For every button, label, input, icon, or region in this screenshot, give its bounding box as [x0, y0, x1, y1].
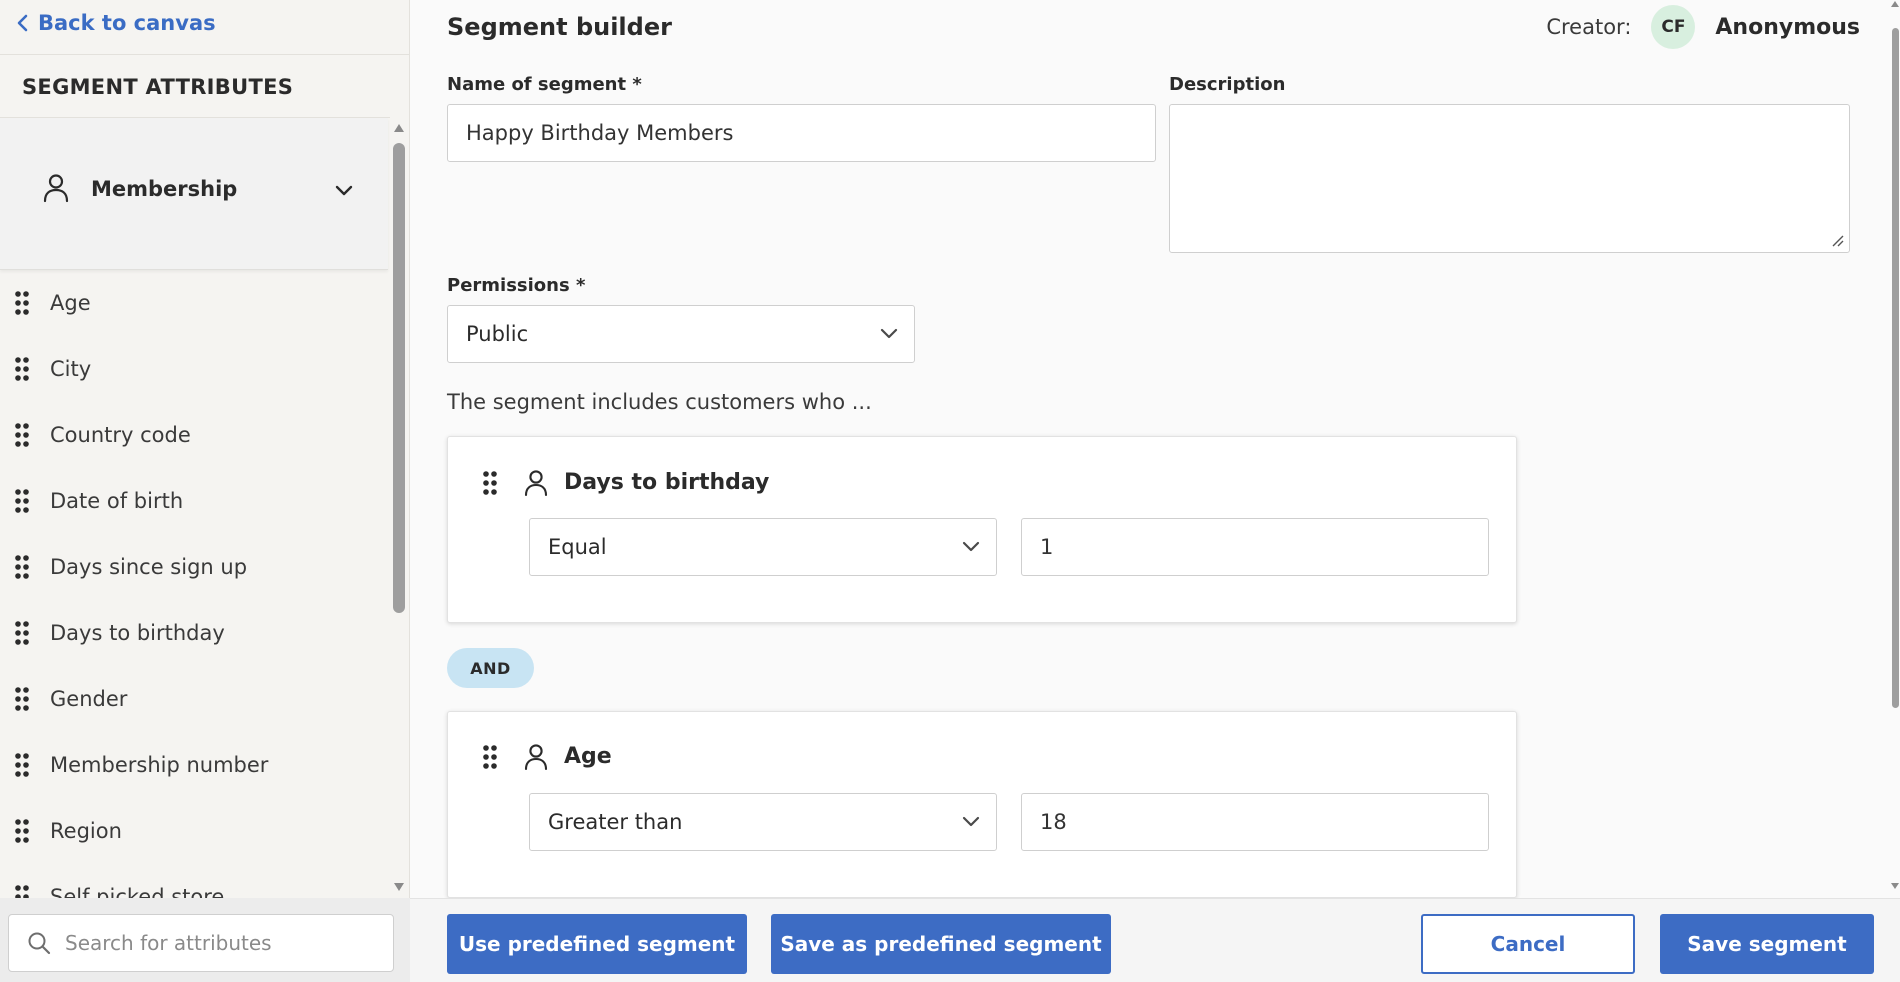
person-icon	[524, 470, 548, 497]
chevron-down-icon	[880, 328, 898, 339]
scroll-up-arrow-icon[interactable]	[393, 123, 405, 133]
drag-handle-icon[interactable]	[14, 686, 30, 712]
description-label: Description	[1169, 74, 1286, 95]
condition-attribute: Days to birthday	[564, 470, 770, 495]
and-connector-badge[interactable]: AND	[447, 648, 534, 688]
segment-name-label: Name of segment *	[447, 74, 642, 95]
attribute-label: City	[50, 357, 92, 381]
attribute-label: Days since sign up	[50, 555, 248, 579]
divider	[0, 54, 410, 55]
avatar: CF	[1651, 5, 1696, 49]
attribute-item-city[interactable]: City	[0, 336, 388, 402]
condition-card: Days to birthday Equal	[447, 436, 1517, 623]
attribute-item-gender[interactable]: Gender	[0, 666, 388, 732]
attribute-item-days-since-sign-up[interactable]: Days since sign up	[0, 534, 388, 600]
drag-handle-icon[interactable]	[14, 422, 30, 448]
drag-handle-icon[interactable]	[482, 470, 498, 496]
condition-card: Age Greater than	[447, 711, 1517, 898]
scroll-down-arrow-icon[interactable]	[393, 882, 405, 892]
drag-handle-icon[interactable]	[14, 620, 30, 646]
creator-name: Anonymous	[1715, 14, 1860, 40]
attribute-search-bar	[0, 898, 410, 982]
attribute-item-country-code[interactable]: Country code	[0, 402, 388, 468]
attributes-sidebar: Back to canvas SEGMENT ATTRIBUTES Member…	[0, 0, 410, 982]
attribute-label: Country code	[50, 423, 191, 447]
drag-handle-icon[interactable]	[14, 752, 30, 778]
operator-select[interactable]: Equal	[529, 518, 997, 576]
attribute-scroll-area: Membership Age City Country code Date of…	[0, 118, 410, 898]
permissions-label: Permissions *	[447, 275, 586, 296]
cancel-button[interactable]: Cancel	[1421, 914, 1635, 974]
scroll-down-arrow-icon[interactable]	[1890, 882, 1900, 890]
drag-handle-icon[interactable]	[14, 356, 30, 382]
action-footer: Use predefined segment Save as predefine…	[410, 898, 1900, 982]
segment-intro-text: The segment includes customers who ...	[447, 390, 872, 414]
group-header-membership[interactable]: Membership	[0, 118, 388, 270]
attribute-item-date-of-birth[interactable]: Date of birth	[0, 468, 388, 534]
segment-name-input[interactable]	[447, 104, 1156, 162]
search-box[interactable]	[8, 914, 394, 972]
attribute-list: Age City Country code Date of birth Days…	[0, 270, 388, 898]
segment-builder-main: Segment builder Creator: CF Anonymous Na…	[410, 0, 1900, 898]
attribute-label: Days to birthday	[50, 621, 225, 645]
sidebar-heading: SEGMENT ATTRIBUTES	[22, 75, 294, 99]
attribute-label: Self picked store	[50, 885, 225, 898]
attribute-item-self-picked-store[interactable]: Self picked store	[0, 864, 388, 898]
drag-handle-icon[interactable]	[14, 290, 30, 316]
creator-info: Creator: CF Anonymous	[1546, 5, 1860, 49]
chevron-down-icon[interactable]	[334, 184, 354, 198]
description-textarea[interactable]	[1169, 104, 1850, 253]
sidebar-scrollbar[interactable]	[388, 118, 410, 898]
scroll-up-arrow-icon[interactable]	[1890, 0, 1900, 8]
chevron-down-icon	[962, 816, 980, 827]
operator-select[interactable]: Greater than	[529, 793, 997, 851]
condition-value-input[interactable]	[1021, 518, 1489, 576]
permissions-value: Public	[466, 322, 529, 346]
save-segment-button[interactable]: Save segment	[1660, 914, 1874, 974]
attribute-label: Age	[50, 291, 91, 315]
search-input[interactable]	[65, 931, 365, 955]
attribute-label: Gender	[50, 687, 128, 711]
attribute-item-days-to-birthday[interactable]: Days to birthday	[0, 600, 388, 666]
drag-handle-icon[interactable]	[14, 554, 30, 580]
drag-handle-icon[interactable]	[14, 818, 30, 844]
operator-value: Equal	[548, 535, 607, 559]
group-label: Membership	[91, 177, 238, 201]
condition-value-input[interactable]	[1021, 793, 1489, 851]
save-as-predefined-segment-button[interactable]: Save as predefined segment	[771, 914, 1111, 974]
search-icon	[28, 932, 51, 955]
attribute-item-region[interactable]: Region	[0, 798, 388, 864]
scrollbar-thumb[interactable]	[393, 143, 405, 613]
person-icon	[43, 174, 69, 203]
back-to-canvas-link[interactable]: Back to canvas	[16, 8, 216, 38]
person-icon	[524, 744, 548, 771]
attribute-item-age[interactable]: Age	[0, 270, 388, 336]
scrollbar-thumb[interactable]	[1892, 28, 1899, 708]
page-title: Segment builder	[447, 13, 672, 41]
resize-handle-icon[interactable]	[1830, 233, 1844, 247]
chevron-down-icon	[962, 541, 980, 552]
attribute-label: Region	[50, 819, 122, 843]
drag-handle-icon[interactable]	[482, 744, 498, 770]
creator-label: Creator:	[1546, 15, 1632, 39]
use-predefined-segment-button[interactable]: Use predefined segment	[447, 914, 747, 974]
drag-handle-icon[interactable]	[14, 488, 30, 514]
chevron-left-icon	[17, 14, 28, 32]
operator-value: Greater than	[548, 810, 683, 834]
attribute-label: Membership number	[50, 753, 269, 777]
drag-handle-icon[interactable]	[14, 884, 30, 898]
condition-attribute: Age	[564, 744, 612, 769]
permissions-select[interactable]: Public	[447, 305, 915, 363]
attribute-label: Date of birth	[50, 489, 184, 513]
attribute-item-membership-number[interactable]: Membership number	[0, 732, 388, 798]
main-scrollbar[interactable]	[1890, 0, 1900, 898]
back-to-canvas-label: Back to canvas	[38, 11, 216, 35]
